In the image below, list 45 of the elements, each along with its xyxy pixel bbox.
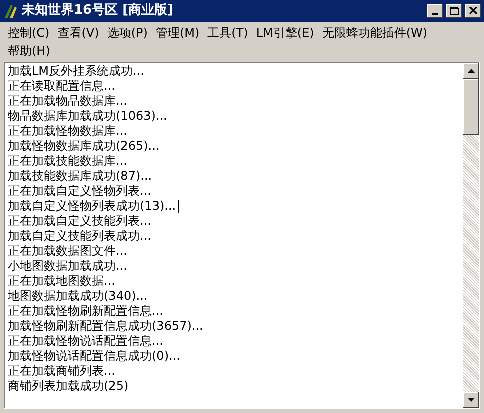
log-line: 地图数据加载成功(340)...: [8, 289, 148, 304]
log-line: 正在加载技能数据库...: [8, 154, 128, 169]
menu-item[interactable]: 控制(C): [4, 24, 54, 42]
log-line: 加载怪物说话配置信息成功(0)...: [8, 349, 180, 364]
menu-item[interactable]: 帮助(H): [4, 42, 54, 60]
window-title: 未知世界16号区 [商业版]: [22, 2, 174, 20]
menu-item[interactable]: LM引擎(E): [252, 24, 318, 42]
close-button[interactable]: [465, 4, 481, 18]
log-area[interactable]: [5, 63, 463, 408]
log-line: 商铺列表加载成功(25): [8, 379, 129, 394]
minimize-button[interactable]: [427, 4, 443, 18]
menu-item[interactable]: 选项(P): [103, 24, 152, 42]
log-line: 加载怪物数据库成功(265)...: [8, 139, 160, 154]
maximize-icon: [450, 7, 458, 15]
menu-item[interactable]: 管理(M): [152, 24, 204, 42]
menu-item[interactable]: 工具(T): [204, 24, 252, 42]
scroll-down-button[interactable]: [463, 392, 479, 408]
scrollbar[interactable]: [463, 63, 479, 408]
log-line: 加载自定义技能列表成功...: [8, 229, 152, 244]
maximize-button[interactable]: [446, 4, 462, 18]
log-line: 正在读取配置信息...: [8, 79, 116, 94]
log-line: 加载技能数据库成功(87)...: [8, 169, 152, 184]
log-line: 正在加载怪物说话配置信息...: [8, 334, 164, 349]
log-line: 小地图数据加载成功...: [8, 259, 128, 274]
log-line: 正在加载商铺列表...: [8, 364, 116, 379]
log-line: 正在加载自定义怪物列表...: [8, 184, 152, 199]
log-line: 正在加载自定义技能列表...: [8, 214, 152, 229]
menu-item[interactable]: 无限蜂功能插件(W): [318, 24, 432, 42]
menu-item[interactable]: 查看(V): [54, 24, 104, 42]
log-line: 加载怪物刷新配置信息成功(3657)...: [8, 319, 204, 334]
text-caret: [178, 200, 180, 213]
close-icon: [468, 7, 478, 15]
log-line: 正在加载物品数据库...: [8, 94, 128, 109]
scroll-up-button[interactable]: [463, 63, 479, 79]
scroll-thumb[interactable]: [463, 79, 479, 135]
log-line: 加载LM反外挂系统成功...: [8, 64, 144, 79]
log-line: 正在加载怪物刷新配置信息...: [8, 304, 164, 319]
log-line: 正在加载地图数据...: [8, 274, 116, 289]
log-line: 加载自定义怪物列表成功(13)...: [8, 199, 176, 214]
app-icon: [3, 3, 19, 19]
log-line: 正在加载数据图文件...: [8, 244, 128, 259]
up-arrow-icon: [468, 69, 474, 73]
log-line: 正在加载怪物数据库...: [8, 124, 128, 139]
log-line: 物品数据库加载成功(1063)...: [8, 109, 168, 124]
down-arrow-icon: [468, 398, 474, 402]
